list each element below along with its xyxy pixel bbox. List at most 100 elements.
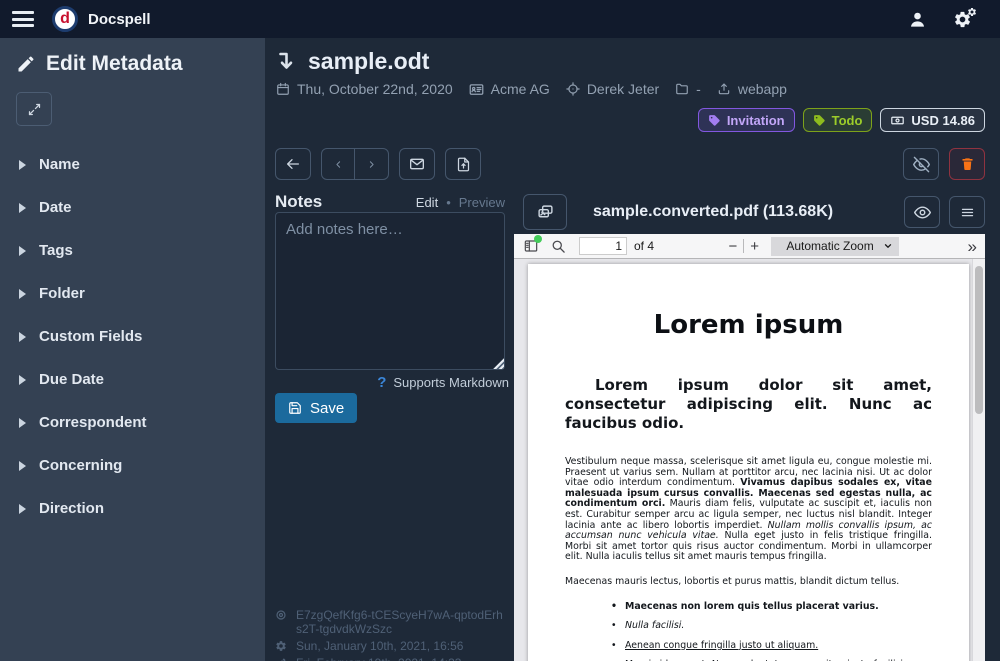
- tag-icon: [813, 114, 826, 127]
- sidebar-item-date[interactable]: Date: [0, 191, 265, 224]
- attachment-view-button[interactable]: [904, 196, 940, 228]
- caret-right-icon: [19, 289, 26, 299]
- notes-header: Notes Edit • Preview: [275, 192, 505, 212]
- send-mail-button[interactable]: [399, 148, 435, 180]
- attachment-menu-button[interactable]: [949, 196, 985, 228]
- menu-bars-icon: [960, 205, 975, 220]
- doc-paragraph-2: Maecenas mauris lectus, lobortis et puru…: [565, 577, 932, 588]
- caret-right-icon: [19, 332, 26, 342]
- magnifier-icon: [551, 239, 566, 254]
- expand-icon: [27, 102, 42, 117]
- sidebar-title: Edit Metadata: [0, 38, 265, 76]
- pdf-sidebar-toggle-button[interactable]: [523, 238, 539, 254]
- item-meta-footer: E7zgQefKfg6-tCEScyeH7wA-qptodErhs2T-tgdv…: [275, 608, 507, 661]
- expand-all-button[interactable]: [16, 92, 52, 126]
- images-icon: [537, 204, 554, 221]
- item-action-toolbar: [275, 148, 481, 180]
- docspell-logo[interactable]: d: [52, 6, 78, 32]
- toggle-original-file-button[interactable]: [523, 194, 567, 230]
- pdfjs-toolbar: of 4 − + Automatic Zoom »: [514, 234, 985, 259]
- id-card-icon: [469, 82, 484, 97]
- app-title: Docspell: [88, 11, 151, 28]
- markdown-hint[interactable]: ? Supports Markdown: [275, 374, 509, 391]
- pdf-viewer: Lorem ipsum Lorem ipsum dolor sit amet, …: [514, 259, 985, 661]
- attachment-filename: sample.converted.pdf (113.68K): [593, 203, 833, 221]
- sidebar-item-direction[interactable]: Direction: [0, 492, 265, 525]
- updated-row: Fri, February 19th, 2021, 14:33: [275, 656, 507, 661]
- notification-dot: [534, 235, 542, 243]
- envelope-icon: [409, 156, 425, 172]
- zoom-select[interactable]: Automatic Zoom: [771, 237, 899, 256]
- prev-item-button[interactable]: [321, 148, 355, 180]
- sidebar-title-label: Edit Metadata: [46, 52, 183, 76]
- item-meta-row: Thu, October 22nd, 2020 Acme AG Derek Je…: [276, 81, 787, 97]
- pdf-page-input[interactable]: [579, 237, 627, 255]
- item-concerning: Derek Jeter: [566, 81, 659, 97]
- caret-right-icon: [19, 246, 26, 256]
- direction-incoming-icon: [276, 51, 296, 73]
- sidebar-item-correspondent[interactable]: Correspondent: [0, 406, 265, 439]
- notes-preview-link[interactable]: Preview: [459, 195, 505, 210]
- notes-edit-link[interactable]: Edit: [416, 195, 438, 210]
- sidebar-item-due-date[interactable]: Due Date: [0, 363, 265, 396]
- pdf-page: Lorem ipsum Lorem ipsum dolor sit amet, …: [528, 264, 969, 661]
- top-bar: d Docspell: [0, 0, 1000, 38]
- item-folder: -: [675, 81, 701, 97]
- sidebar-item-custom-fields[interactable]: Custom Fields: [0, 320, 265, 353]
- item-danger-toolbar: [903, 148, 985, 180]
- caret-right-icon: [19, 461, 26, 471]
- doc-title: Lorem ipsum: [565, 310, 932, 340]
- back-button[interactable]: [275, 148, 311, 180]
- calendar-icon: [276, 82, 290, 96]
- save-button[interactable]: Save: [275, 393, 357, 423]
- item-title: sample.odt: [276, 48, 429, 75]
- doc-subtitle: Lorem ipsum dolor sit amet, consectetur …: [565, 376, 932, 433]
- pencil-icon: [275, 656, 288, 661]
- attachment-header: sample.converted.pdf (113.68K): [514, 190, 985, 234]
- pdf-scrollbar-track[interactable]: [972, 259, 985, 661]
- eye-icon: [914, 204, 931, 221]
- menu-hamburger-icon[interactable]: [12, 11, 34, 27]
- sidebar-item-folder[interactable]: Folder: [0, 277, 265, 310]
- pdf-scrollbar-thumb[interactable]: [975, 266, 983, 414]
- eye-slash-icon: [913, 156, 930, 173]
- sidebar-item-tags[interactable]: Tags: [0, 234, 265, 267]
- notes-link-separator: •: [446, 195, 451, 210]
- custom-field-badge-usd: USD 14.86: [880, 108, 985, 132]
- arrow-left-icon: [285, 156, 301, 172]
- pdf-search-button[interactable]: [551, 239, 566, 254]
- delete-button[interactable]: [949, 148, 985, 180]
- pdf-page-count: of 4: [634, 239, 654, 253]
- next-item-button[interactable]: [355, 148, 389, 180]
- pencil-icon: [16, 54, 36, 74]
- doc-bullet-list: Maecenas non lorem quis tellus placerat …: [565, 602, 932, 661]
- settings-gears-icon[interactable]: [953, 10, 972, 29]
- gear-icon: [275, 639, 288, 653]
- doc-paragraph-1: Vestibulum neque massa, scelerisque sit …: [565, 457, 932, 563]
- caret-right-icon: [19, 160, 26, 170]
- upload-icon: [717, 82, 731, 96]
- item-title-label: sample.odt: [308, 48, 429, 75]
- zoom-in-button[interactable]: +: [744, 238, 765, 255]
- unconfirm-button[interactable]: [903, 148, 939, 180]
- caret-right-icon: [19, 203, 26, 213]
- caret-right-icon: [19, 504, 26, 514]
- doc-bullet: Nulla facilisi.: [611, 621, 932, 632]
- notes-input[interactable]: [275, 212, 505, 370]
- tag-icon: [708, 114, 721, 127]
- caret-right-icon: [19, 418, 26, 428]
- toolbar-expand-button[interactable]: »: [968, 238, 977, 255]
- add-file-button[interactable]: [445, 148, 481, 180]
- doc-bullet: Aenean congue fringilla justo ut aliquam…: [611, 641, 932, 652]
- tag-badge-invitation: Invitation: [698, 108, 795, 132]
- tag-badge-todo: Todo: [803, 108, 873, 132]
- file-upload-icon: [456, 157, 471, 172]
- chevron-right-icon: [366, 159, 377, 170]
- sidebar-item-concerning[interactable]: Concerning: [0, 449, 265, 482]
- created-row: Sun, January 10th, 2021, 16:56: [275, 639, 507, 653]
- sidebar-item-name[interactable]: Name: [0, 148, 265, 181]
- item-id-row: E7zgQefKfg6-tCEScyeH7wA-qptodErhs2T-tgdv…: [275, 608, 507, 636]
- zoom-out-button[interactable]: −: [723, 238, 744, 255]
- item-badges: Invitation Todo USD 14.86: [698, 108, 985, 132]
- user-icon[interactable]: [908, 10, 927, 29]
